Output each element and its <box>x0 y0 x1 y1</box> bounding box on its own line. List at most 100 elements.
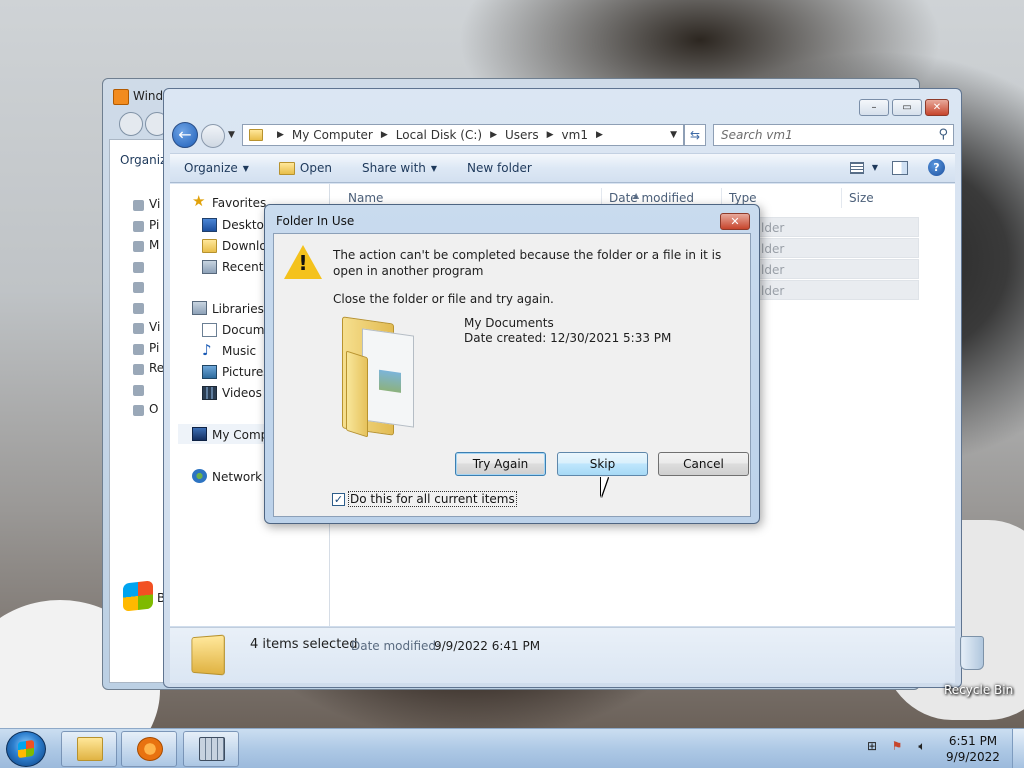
folder-in-use-dialog: Folder In Use ✕ ! The action can't be co… <box>264 204 760 524</box>
documents-icon <box>202 323 217 337</box>
start-button[interactable] <box>6 731 46 767</box>
background-nav-item[interactable] <box>127 259 164 280</box>
preview-pane-icon[interactable] <box>892 160 908 175</box>
action-center-flag-icon[interactable]: ⚑ <box>889 739 905 755</box>
skip-button[interactable]: Skip <box>557 452 648 476</box>
mouse-cursor-icon <box>601 477 608 497</box>
breadcrumb-item[interactable]: vm1 <box>562 128 588 142</box>
new-folder-button[interactable]: New folder <box>467 161 532 175</box>
dialog-item-info: My Documents Date created: 12/30/2021 5:… <box>464 316 671 346</box>
nav-videos[interactable]: Videos <box>222 386 262 400</box>
back-button[interactable]: ← <box>172 122 198 148</box>
column-type[interactable]: Type <box>729 191 757 205</box>
view-options-icon[interactable] <box>849 161 864 174</box>
chevron-down-icon[interactable]: ▼ <box>872 163 878 172</box>
dialog-body: ! The action can't be completed because … <box>273 233 751 517</box>
apply-to-all-checkbox[interactable]: ✓ Do this for all current items <box>332 491 517 507</box>
address-bar[interactable]: ▶ My Computer ▶ Local Disk (C:) ▶ Users … <box>242 124 684 146</box>
chevron-down-icon: ▼ <box>242 163 249 173</box>
chevron-right-icon[interactable]: ▶ <box>381 130 388 140</box>
chevron-down-icon: ▼ <box>430 163 438 173</box>
desktop-icon <box>202 218 217 232</box>
search-icon[interactable]: ⚲ <box>938 127 948 142</box>
maximize-button[interactable]: ▭ <box>892 99 922 116</box>
breadcrumb-item[interactable]: My Computer <box>292 128 373 142</box>
breadcrumb-item[interactable]: Local Disk (C:) <box>396 128 482 142</box>
clock[interactable]: 6:51 PM 9/9/2022 <box>937 733 1009 765</box>
search-placeholder: Search vm1 <box>721 128 793 142</box>
nav-favorites[interactable]: Favorites <box>212 196 266 210</box>
network-icon[interactable]: ⊞ <box>864 739 880 755</box>
background-nav-item[interactable]: Pi <box>127 218 164 239</box>
background-nav-item[interactable]: M <box>127 238 164 259</box>
background-nav-item[interactable]: O <box>127 402 164 423</box>
warning-exclamation: ! <box>298 251 308 275</box>
dialog-message: The action can't be completed because th… <box>333 248 722 278</box>
details-pane: 4 items selected Date modified: 9/9/2022… <box>170 627 955 683</box>
row-type: lder <box>761 221 785 235</box>
column-divider[interactable] <box>841 188 842 208</box>
try-again-button[interactable]: Try Again <box>455 452 546 476</box>
chevron-right-icon[interactable]: ▶ <box>547 130 554 140</box>
show-desktop-button[interactable] <box>1012 729 1024 768</box>
dialog-close-button[interactable]: ✕ <box>720 213 750 230</box>
nav-music[interactable]: Music <box>222 344 256 358</box>
minimize-button[interactable]: – <box>859 99 889 116</box>
nav-network[interactable]: Network <box>212 470 262 484</box>
help-icon[interactable]: ? <box>928 159 945 176</box>
star-icon: ★ <box>192 192 206 210</box>
background-nav-item[interactable] <box>127 382 164 403</box>
recycle-bin-label[interactable]: Recycle Bin <box>944 683 1013 697</box>
background-nav-item[interactable]: Vi <box>127 320 164 341</box>
nav-downloads[interactable]: Downlo <box>222 239 267 253</box>
folder-icon <box>77 737 103 761</box>
checkbox-checked-icon[interactable]: ✓ <box>332 492 345 506</box>
folder-icon <box>191 634 225 676</box>
clock-date: 9/9/2022 <box>946 750 1000 764</box>
chevron-right-icon[interactable]: ▶ <box>596 130 603 140</box>
breadcrumb-item[interactable]: Users <box>505 128 539 142</box>
downloads-folder-icon <box>202 239 217 253</box>
organize-button[interactable]: Organize ▼ <box>184 161 249 175</box>
address-dropdown-icon[interactable]: ▼ <box>670 130 677 140</box>
music-icon: ♪ <box>202 341 212 359</box>
column-date-modified[interactable]: Date modified <box>609 191 694 205</box>
recycle-bin-icon[interactable] <box>952 632 992 676</box>
system-tray: ⊞ ⚑ 🔈︎ <box>864 739 939 755</box>
item-name: My Documents <box>464 316 554 330</box>
taskbar-calculator-button[interactable] <box>183 731 239 767</box>
chevron-right-icon[interactable]: ▶ <box>490 130 497 140</box>
taskbar-media-player-button[interactable] <box>121 731 177 767</box>
volume-icon[interactable]: 🔈︎ <box>914 739 930 755</box>
column-size[interactable]: Size <box>849 191 874 205</box>
share-with-button[interactable]: Share with ▼ <box>362 161 437 175</box>
libraries-icon <box>192 301 207 315</box>
windows-logo-icon <box>123 580 153 612</box>
search-input[interactable]: Search vm1 ⚲ <box>713 124 954 146</box>
open-button[interactable]: Open <box>278 161 332 175</box>
taskbar: ⊞ ⚑ 🔈︎ 6:51 PM 9/9/2022 <box>0 728 1024 768</box>
new-folder-label: New folder <box>467 161 532 175</box>
refresh-button[interactable]: ⇆ <box>684 124 706 146</box>
background-nav-item[interactable] <box>127 300 164 321</box>
nav-libraries[interactable]: Libraries <box>212 302 264 316</box>
calculator-icon <box>199 737 225 761</box>
checkbox-label[interactable]: Do this for all current items <box>348 491 517 507</box>
item-date-created: Date created: 12/30/2021 5:33 PM <box>464 331 672 345</box>
cancel-button[interactable]: Cancel <box>658 452 749 476</box>
forward-button[interactable] <box>201 124 225 148</box>
background-nav-item[interactable]: Pi <box>127 341 164 362</box>
recent-pages-dropdown[interactable]: ▼ <box>228 130 235 140</box>
background-organize-button[interactable]: Organiz <box>110 147 166 173</box>
taskbar-explorer-button[interactable] <box>61 731 117 767</box>
background-nav-item[interactable] <box>127 279 164 300</box>
column-name[interactable]: Name <box>348 191 383 205</box>
nav-my-computer[interactable]: My Comp <box>212 428 268 442</box>
background-nav-item[interactable]: Re <box>127 361 164 382</box>
close-button[interactable]: ✕ <box>925 99 949 116</box>
share-with-label: Share with <box>361 161 426 175</box>
nav-pictures[interactable]: Pictures <box>222 365 270 379</box>
background-nav-item[interactable]: Vi <box>127 197 164 218</box>
command-bar-right: ▼ ? <box>849 159 945 176</box>
chevron-right-icon[interactable]: ▶ <box>277 130 284 140</box>
